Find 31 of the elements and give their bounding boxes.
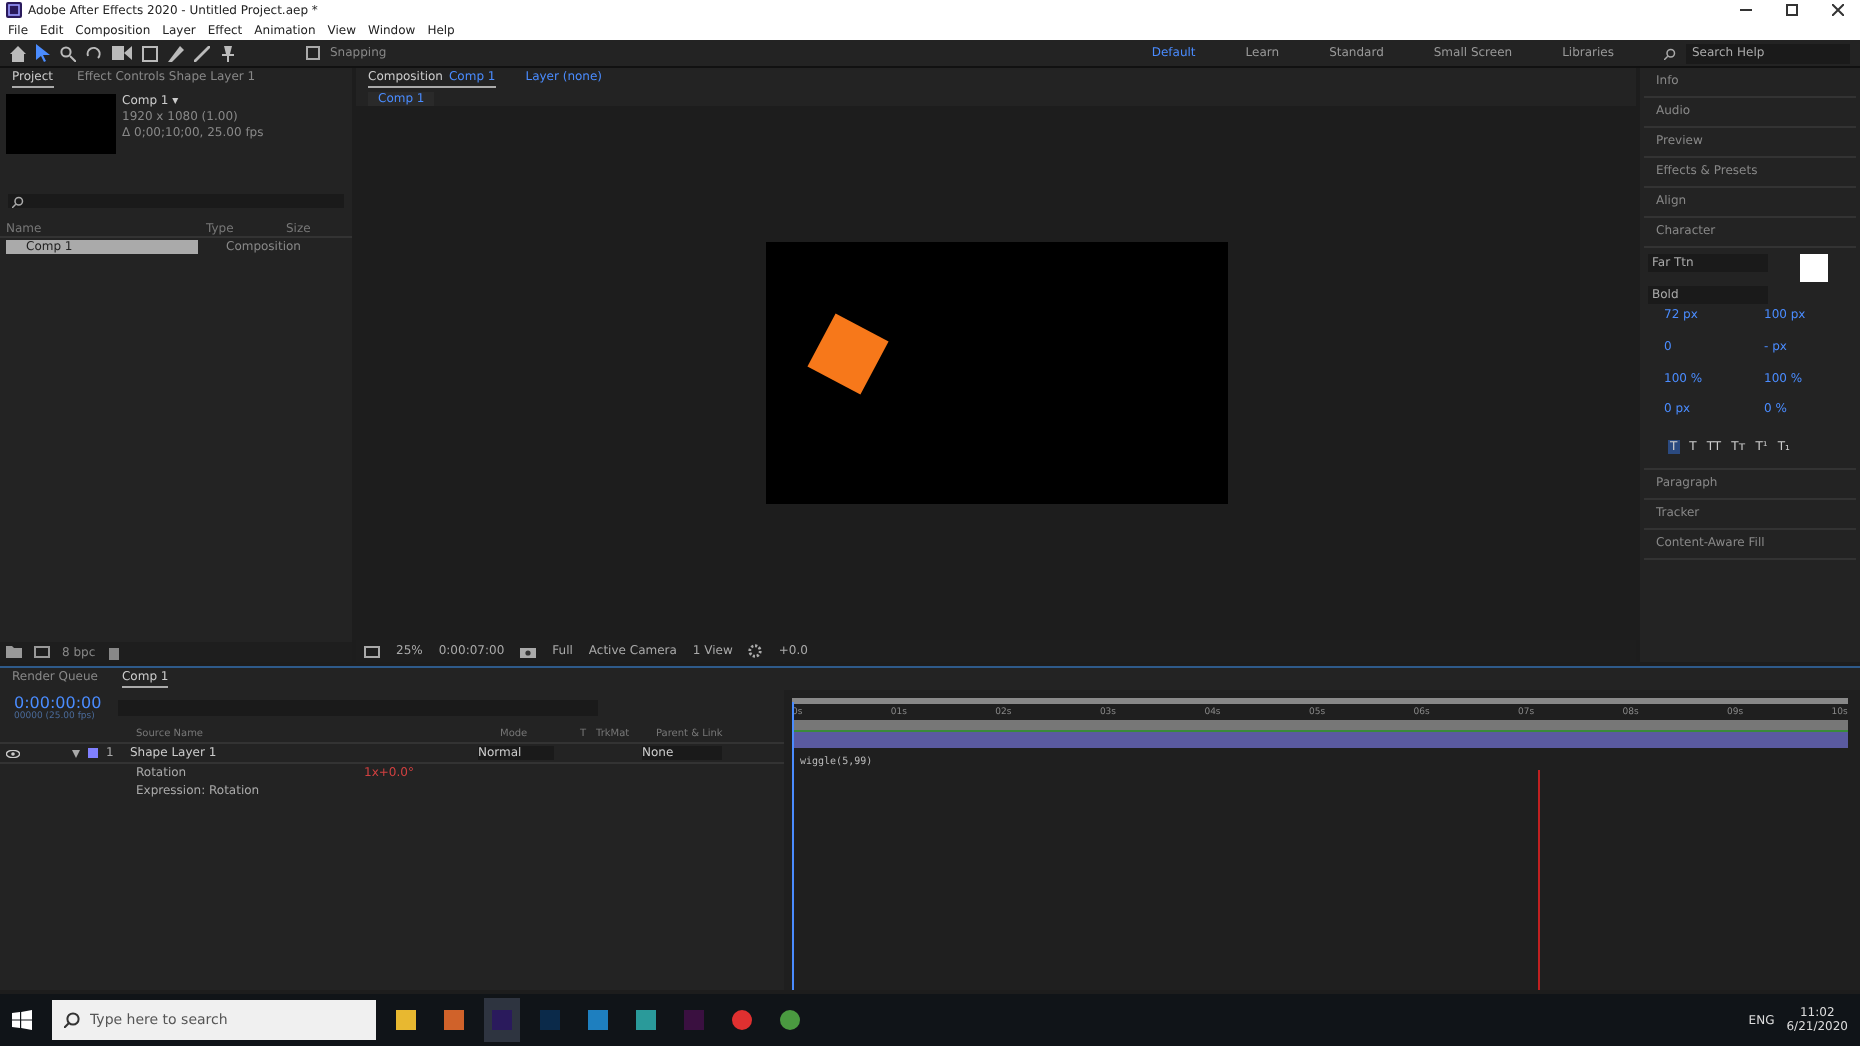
- pointer-icon[interactable]: [36, 44, 50, 62]
- search-icon: [1664, 47, 1676, 59]
- home-icon[interactable]: [10, 45, 26, 61]
- monitor-icon[interactable]: [364, 645, 380, 657]
- camera-icon[interactable]: [520, 645, 537, 657]
- search-icon: [12, 195, 24, 207]
- comp-thumbnail: [6, 94, 116, 154]
- folder-icon[interactable]: [6, 646, 22, 658]
- brush-icon[interactable]: [194, 45, 210, 61]
- trash-icon[interactable]: [107, 645, 120, 659]
- rectangle-icon[interactable]: [142, 45, 158, 61]
- color-swatch[interactable]: [1800, 254, 1828, 282]
- rotate-icon[interactable]: [86, 45, 102, 61]
- current-timecode[interactable]: 0:00:00:00: [14, 694, 102, 712]
- zoom-icon[interactable]: [60, 45, 76, 61]
- gear-icon[interactable]: [748, 644, 763, 658]
- camera-icon[interactable]: [112, 46, 132, 60]
- maximize-icon[interactable]: [1786, 4, 1798, 16]
- label-color-swatch[interactable]: [88, 748, 98, 758]
- composition-icon[interactable]: [34, 646, 50, 658]
- minimize-icon[interactable]: [1740, 4, 1752, 16]
- search-icon: [64, 1012, 80, 1028]
- snapping-checkbox[interactable]: [306, 46, 320, 60]
- project-search-field[interactable]: [8, 194, 344, 208]
- start-icon[interactable]: [12, 1010, 32, 1030]
- app-logo-icon: [6, 2, 22, 18]
- expand-triangle-icon[interactable]: [72, 749, 80, 757]
- pin-icon[interactable]: [220, 45, 236, 61]
- pen-icon[interactable]: [168, 45, 184, 61]
- eye-icon[interactable]: [6, 749, 20, 757]
- close-icon[interactable]: [1832, 4, 1844, 16]
